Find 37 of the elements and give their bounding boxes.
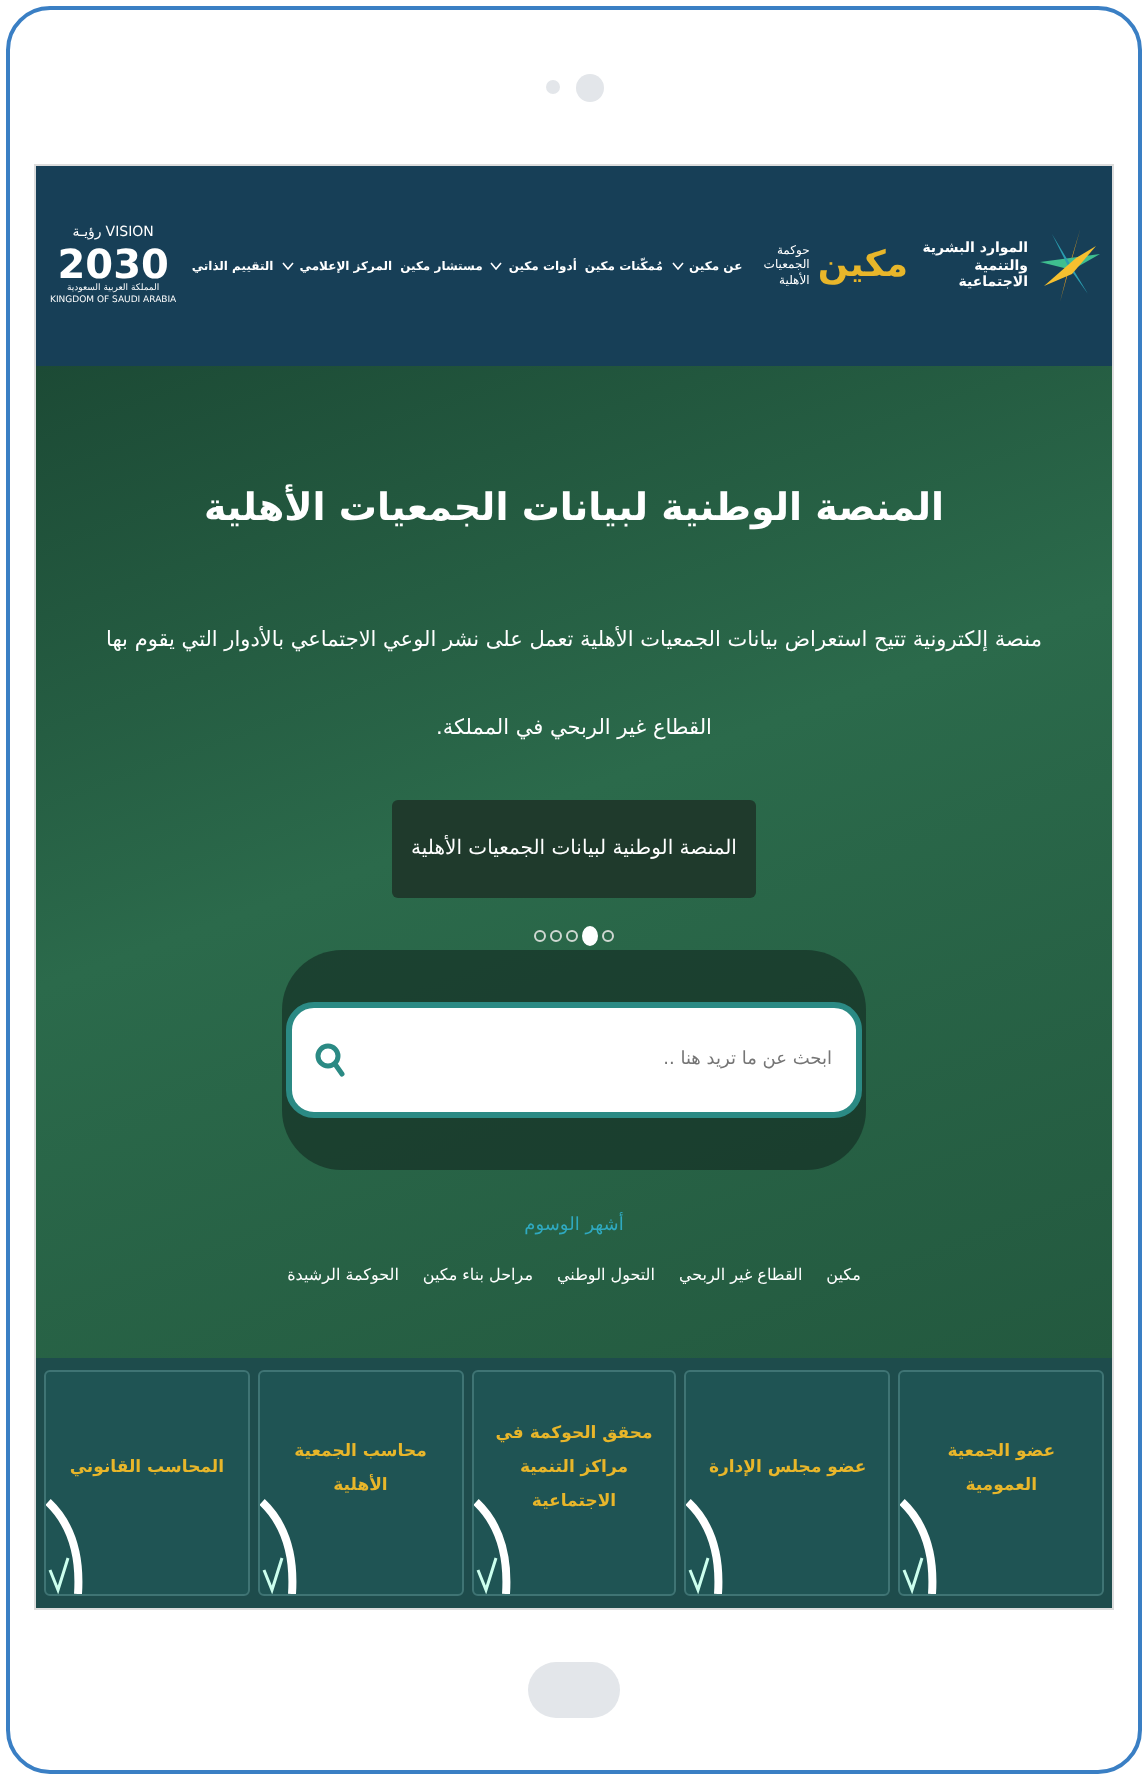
card-title: عضو الجمعية العمومية <box>945 1439 1058 1499</box>
search-icon[interactable] <box>314 1041 346 1078</box>
arc-check-icon <box>900 1498 941 1594</box>
role-card[interactable]: عضو الجمعية العمومية <box>898 1370 1104 1596</box>
chevron-down-icon <box>490 262 503 270</box>
card-title: عضو مجلس الإدارة <box>708 1456 867 1482</box>
hero-description: منصة إلكترونية تتيح استعراض بيانات الجمعيات الأهلية تعمل على نشر الوعي الاجتماعي بالأدوار التي يقوم بها القطاع غير الربحي في المملكة. <box>104 624 1044 744</box>
makeen-logo-wordmark: مكين <box>817 248 908 284</box>
role-card[interactable]: المحاسب القانوني <box>44 1370 250 1596</box>
tags-heading: أشهر الوسوم <box>524 1213 624 1240</box>
chevron-down-icon <box>671 262 684 270</box>
card-title: محاسب الجمعية الأهلية <box>292 1439 429 1499</box>
arc-check-icon <box>473 1498 514 1594</box>
role-card[interactable]: محاسب الجمعية الأهلية <box>257 1370 464 1596</box>
carousel-dot[interactable] <box>566 929 578 942</box>
arc-check-icon <box>46 1498 87 1594</box>
tag-link[interactable]: مكين <box>826 1264 861 1289</box>
card-title: المحاسب القانوني <box>69 1456 224 1482</box>
card-title: محقق الحوكمة في مراكز التنمية الاجتماعية <box>493 1422 655 1516</box>
tag-link[interactable]: الحوكمة الرشيدة <box>287 1264 399 1289</box>
role-card[interactable]: محقق الحوكمة في مراكز التنمية الاجتماعية <box>471 1370 677 1596</box>
carousel-dot[interactable] <box>550 929 562 942</box>
role-card[interactable]: عضو مجلس الإدارة <box>684 1370 891 1596</box>
vision-year: 2030 <box>57 243 169 283</box>
arc-check-icon <box>686 1498 727 1594</box>
tag-link[interactable]: التحول الوطني <box>556 1264 655 1289</box>
sensor-dot <box>545 80 559 94</box>
platform-button[interactable]: المنصة الوطنية لبيانات الجمعيات الأهلية <box>391 799 757 898</box>
tag-link[interactable]: القطاع غير الربحي <box>678 1264 803 1289</box>
chevron-down-icon <box>281 262 294 270</box>
camera-dot <box>575 73 603 101</box>
search-field[interactable]: ابحث عن ما تريد هنا .. <box>286 1001 862 1118</box>
tag-link[interactable]: مراحل بناء مكين <box>422 1264 533 1289</box>
arc-check-icon <box>259 1498 300 1594</box>
hero-title: المنصة الوطنية لبيانات الجمعيات الأهلية <box>203 486 945 532</box>
carousel-dot[interactable] <box>602 929 614 942</box>
carousel-dot[interactable] <box>534 929 546 942</box>
